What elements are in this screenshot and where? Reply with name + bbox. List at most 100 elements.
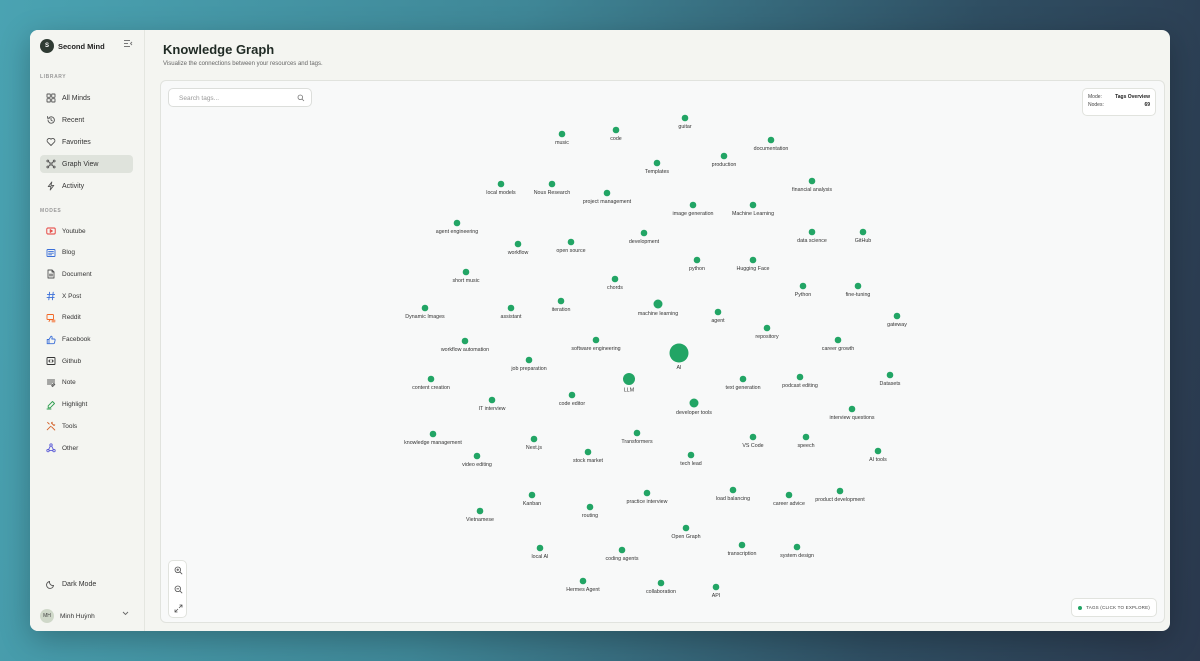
sidebar-item-recent[interactable]: Recent (40, 111, 133, 129)
graph-node-dot[interactable] (592, 336, 600, 344)
graph-node-dot[interactable] (476, 507, 484, 515)
graph-node-coding-agents[interactable]: coding agents (606, 546, 639, 562)
graph-node-dot[interactable] (525, 356, 533, 364)
graph-node-dot[interactable] (767, 136, 775, 144)
graph-node-dot[interactable] (712, 583, 720, 591)
graph-node-dot[interactable] (653, 159, 661, 167)
graph-node-dot[interactable] (739, 375, 747, 383)
graph-node-dot[interactable] (514, 240, 522, 248)
graph-node-dot[interactable] (462, 268, 470, 276)
graph-node-dot[interactable] (568, 391, 576, 399)
graph-node-datasets[interactable]: Datasets (880, 371, 901, 387)
graph-node-templates[interactable]: Templates (645, 159, 669, 175)
sidebar-item-activity[interactable]: Activity (40, 177, 133, 195)
graph-node-transcription[interactable]: transcription (728, 541, 757, 557)
graph-node-dot[interactable] (558, 130, 566, 138)
graph-node-dot[interactable] (687, 451, 695, 459)
sidebar-item-all-minds[interactable]: All Minds (40, 89, 133, 107)
graph-node-agent-engineering[interactable]: agent engineering (436, 219, 478, 235)
graph-node-dot[interactable] (473, 452, 481, 460)
search-box[interactable] (168, 88, 312, 107)
graph-node-dot[interactable] (536, 544, 544, 552)
graph-node-dot[interactable] (689, 201, 697, 209)
graph-node-dot[interactable] (893, 312, 901, 320)
graph-node-speech[interactable]: speech (797, 433, 815, 449)
graph-node-github[interactable]: GitHub (855, 228, 872, 244)
graph-node-dot[interactable] (834, 336, 842, 344)
graph-node-local-models[interactable]: local models (486, 180, 516, 196)
graph-node-llm[interactable]: LLM (623, 373, 635, 394)
graph-node-collaboration[interactable]: collaboration (646, 579, 676, 595)
graph-node-career-growth[interactable]: career growth (822, 336, 854, 352)
sidebar-collapse-icon[interactable] (122, 39, 134, 49)
graph-node-stock-market[interactable]: stock market (573, 448, 604, 464)
graph-node-dot[interactable] (611, 275, 619, 283)
graph-node-workflow[interactable]: workflow (508, 240, 529, 256)
graph-node-career-advice[interactable]: career advice (773, 491, 805, 507)
chevron-down-icon[interactable] (122, 611, 129, 618)
graph-node-assistant[interactable]: assistant (501, 304, 522, 320)
graph-node-dot[interactable] (584, 448, 592, 456)
graph-node-dot[interactable] (738, 541, 746, 549)
graph-node-nous-research[interactable]: Nous Research (534, 180, 571, 196)
graph-node-documentation[interactable]: documentation (754, 136, 789, 152)
graph-node-dot[interactable] (848, 405, 856, 413)
mode-item-facebook[interactable]: Facebook (40, 331, 133, 349)
graph-node-dot[interactable] (548, 180, 556, 188)
graph-node-vietnamese[interactable]: Vietnamese (466, 507, 494, 523)
search-input[interactable] (179, 92, 289, 104)
graph-node-workflow-automation[interactable]: workflow automation (441, 337, 489, 353)
graph-node-dot[interactable] (623, 373, 635, 385)
graph-node-code-editor[interactable]: code editor (559, 391, 585, 407)
graph-node-dot[interactable] (567, 238, 575, 246)
zoom-out-button[interactable] (169, 580, 188, 599)
graph-node-dot[interactable] (729, 486, 737, 494)
sidebar-item-favorites[interactable]: Favorites (40, 133, 133, 151)
graph-node-music[interactable]: music (555, 130, 569, 146)
graph-node-routing[interactable]: routing (582, 503, 598, 519)
graph-node-dot[interactable] (429, 430, 437, 438)
graph-node-python[interactable]: python (689, 256, 705, 272)
mode-item-x-post[interactable]: X Post (40, 287, 133, 305)
graph-node-chords[interactable]: chords (607, 275, 623, 291)
graph-node-data-science[interactable]: data science (797, 228, 827, 244)
mode-item-document[interactable]: Document (40, 265, 133, 283)
graph-node-dot[interactable] (653, 299, 663, 309)
graph-node-next-js[interactable]: Next.js (526, 435, 543, 451)
graph-node-machine-learning[interactable]: machine learning (638, 299, 678, 318)
graph-node-local-ai[interactable]: local AI (531, 544, 549, 560)
graph-node-hugging-face[interactable]: Hugging Face (737, 256, 770, 272)
graph-node-dot[interactable] (859, 228, 867, 236)
graph-node-load-balancing[interactable]: load balancing (716, 486, 750, 502)
graph-node-python[interactable]: Python (795, 282, 812, 298)
mode-item-note[interactable]: Note (40, 374, 133, 392)
graph-node-dot[interactable] (693, 256, 701, 264)
graph-node-financial-analysis[interactable]: financial analysis (792, 177, 832, 193)
graph-node-software-engineering[interactable]: software engineering (571, 336, 621, 352)
graph-node-project-management[interactable]: project management (583, 189, 632, 205)
graph-node-knowledge-management[interactable]: knowledge management (404, 430, 462, 446)
graph-node-dot[interactable] (643, 489, 651, 497)
graph-node-dot[interactable] (427, 375, 435, 383)
graph-node-dynamic-images[interactable]: Dynamic Images (405, 304, 445, 320)
graph-node-dot[interactable] (808, 228, 816, 236)
graph-node-dot[interactable] (874, 447, 882, 455)
graph-node-gateway[interactable]: gateway (887, 312, 907, 328)
graph-node-kanban[interactable]: Kanban (523, 491, 541, 507)
fit-view-button[interactable] (169, 599, 188, 618)
graph-node-guitar[interactable]: guitar (678, 114, 692, 130)
graph-node-dot[interactable] (763, 324, 771, 332)
graph-node-dot[interactable] (682, 524, 690, 532)
graph-node-dot[interactable] (640, 229, 648, 237)
graph-node-dot[interactable] (586, 503, 594, 511)
graph-node-dot[interactable] (497, 180, 505, 188)
brand[interactable]: S Second Mind (40, 38, 105, 54)
graph-node-ai[interactable]: AI (669, 343, 689, 372)
graph-node-developer-tools[interactable]: developer tools (676, 398, 712, 417)
graph-node-dot[interactable] (633, 429, 641, 437)
graph-node-interview-questions[interactable]: interview questions (829, 405, 875, 421)
graph-node-dot[interactable] (528, 491, 536, 499)
graph-node-dot[interactable] (453, 219, 461, 227)
graph-node-system-design[interactable]: system design (780, 543, 814, 559)
user-menu[interactable]: MH Minh Huỳnh (40, 606, 133, 626)
